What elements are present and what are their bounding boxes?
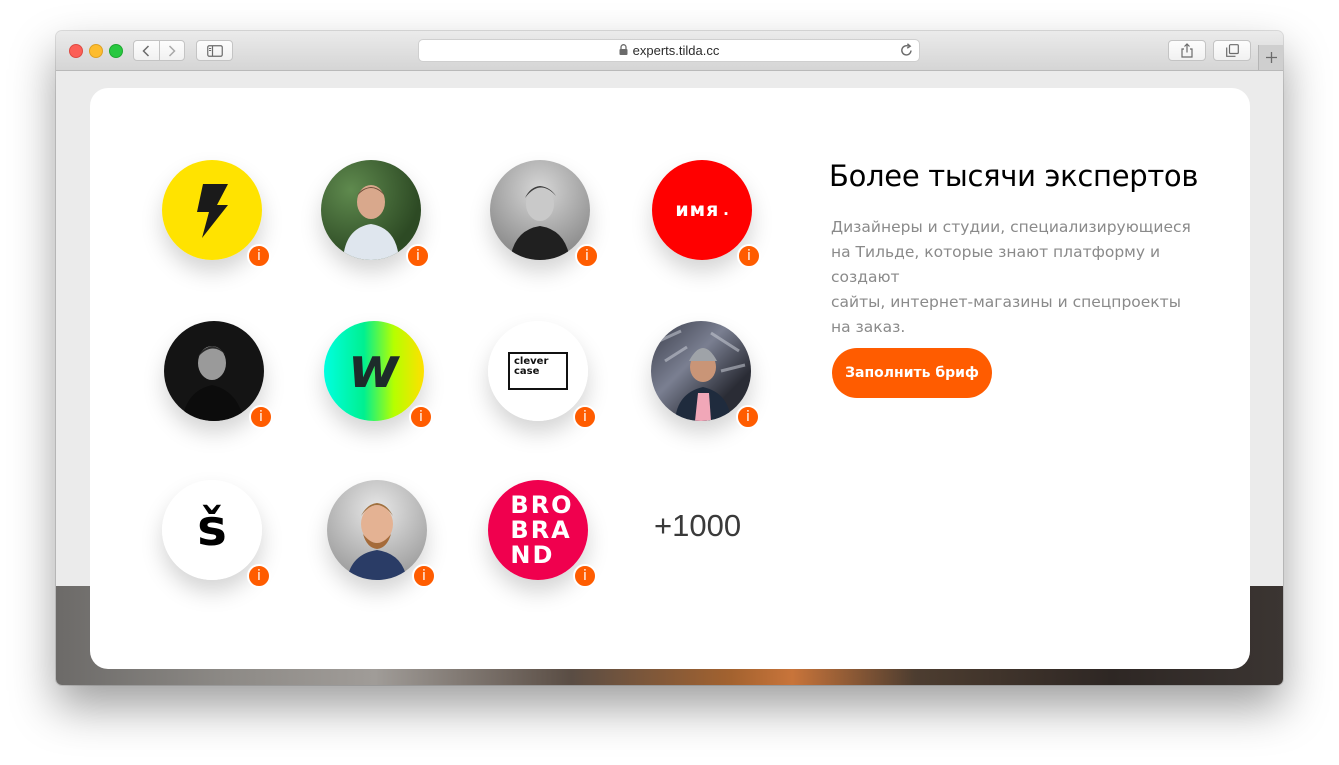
address-bar[interactable]: experts.tilda.cc [418,39,920,62]
zoom-window-button[interactable] [109,44,123,58]
description-line: Дизайнеры и студии, специализирующиеся [831,218,1191,236]
info-icon[interactable]: i [247,564,271,588]
share-icon [1181,43,1193,58]
more-experts-count[interactable]: +1000 [654,508,741,544]
brobrand-line3: ND [510,540,555,569]
clevercase-logo: clever case [508,352,568,390]
expert-avatar-photo-4[interactable]: i [651,321,760,429]
info-icon[interactable]: i [737,244,761,268]
info-icon[interactable]: i [406,244,430,268]
show-tabs-button[interactable] [1213,40,1251,61]
close-window-button[interactable] [69,44,83,58]
s-logo-text: š [197,499,227,557]
info-icon[interactable]: i [409,405,433,429]
sidebar-icon [206,44,223,57]
info-icon[interactable]: i [736,405,760,429]
expert-avatar-clevercase[interactable]: clever case i [488,321,597,429]
chevron-right-icon [168,44,176,57]
info-icon[interactable]: i [573,564,597,588]
imya-logo-text: имя [675,199,720,221]
browser-toolbar: experts.tilda.cc [56,31,1283,71]
fill-brief-button[interactable]: Заполнить бриф [832,348,992,398]
hero-description: Дизайнеры и студии, специализирующиеся н… [831,215,1201,340]
expert-avatar-photo-3[interactable]: i [164,321,273,429]
url-text: experts.tilda.cc [632,43,720,58]
info-icon[interactable]: i [247,244,271,268]
info-icon[interactable]: i [412,564,436,588]
description-line: на Тильде, которые знают платформу и соз… [831,243,1161,286]
description-line: на заказ. [831,318,906,336]
sidebar-toggle-button[interactable] [196,40,233,61]
expert-avatar-lightning[interactable]: i [162,160,271,268]
expert-avatar-s[interactable]: š i [162,480,271,588]
person-photo-icon [347,503,407,580]
new-tab-button[interactable] [1258,45,1283,70]
share-button[interactable] [1168,40,1206,61]
browser-window: experts.tilda.cc i i i имя . i i w i cle… [56,31,1283,685]
chevron-left-icon [142,44,150,57]
page-title: Более тысячи экспертов [829,159,1199,193]
person-photo-icon [658,329,746,421]
brobrand-line2: BRA [510,515,572,544]
history-nav [133,40,185,61]
expert-avatar-brobrand[interactable]: BRO BRA ND i [488,480,597,588]
brobrand-line1: BRO [510,490,574,519]
minimize-window-button[interactable] [89,44,103,58]
expert-avatar-photo-2[interactable]: i [490,160,599,268]
brobrand-logo: BRO BRA ND [510,490,574,569]
person-photo-icon [510,186,570,260]
expert-avatar-photo-1[interactable]: i [321,160,430,268]
reload-icon[interactable] [900,43,913,60]
info-icon[interactable]: i [575,244,599,268]
forward-button[interactable] [158,41,185,60]
expert-avatar-w[interactable]: w i [324,321,433,429]
expert-avatar-imya[interactable]: имя. i [652,160,761,268]
clevercase-line2: case [514,366,540,377]
experts-card: i i i имя . i i w i clever case i i š i … [90,88,1250,669]
info-icon[interactable]: i [573,405,597,429]
lightning-logo-icon [197,184,228,238]
back-button[interactable] [134,41,159,60]
info-icon[interactable]: i [249,405,273,429]
page-viewport: i i i имя . i i w i clever case i i š i … [56,71,1283,685]
tabs-icon [1225,44,1239,57]
person-photo-icon [182,346,244,421]
description-line: сайты, интернет-магазины и спецпроекты [831,293,1181,311]
lock-icon [619,43,628,58]
person-photo-icon [343,185,399,260]
plus-icon [1265,52,1277,63]
w-logo-text: w [348,335,400,401]
expert-avatar-photo-5[interactable]: i [327,480,436,588]
